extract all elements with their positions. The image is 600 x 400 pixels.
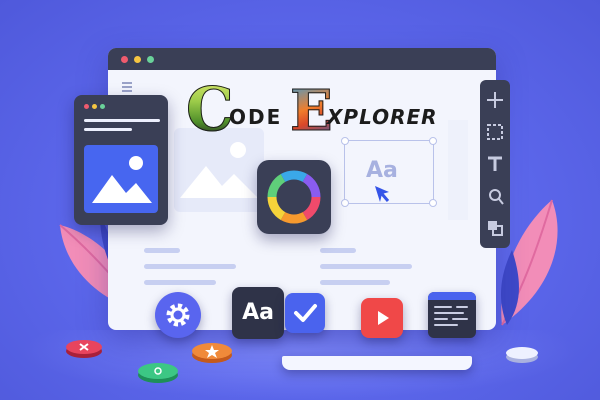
card-text-line [84, 119, 160, 122]
card-text-line [84, 128, 132, 131]
card-dot [92, 104, 97, 109]
play-icon [378, 311, 389, 325]
text-sample: Aa [366, 158, 398, 183]
layers-icon[interactable] [485, 218, 505, 238]
text-line [144, 280, 216, 285]
check-icon [294, 304, 317, 322]
code-line [456, 306, 468, 308]
image-icon [84, 145, 158, 213]
menu-icon[interactable] [122, 82, 132, 94]
logo-word-code: ODE [229, 105, 283, 129]
code-line [452, 318, 468, 320]
code-line [434, 306, 452, 308]
at-puck-icon [138, 363, 178, 383]
card-dot [84, 104, 89, 109]
code-editor-card[interactable] [428, 292, 476, 338]
move-icon[interactable] [485, 90, 505, 110]
code-line [434, 318, 448, 320]
code-card-header [428, 292, 476, 300]
cursor-icon [375, 186, 390, 202]
code-line [434, 324, 458, 326]
check-button[interactable] [285, 293, 325, 333]
pen-icon[interactable] [485, 186, 505, 206]
code-explorer-logo: C ODE E XPLORER [186, 80, 446, 142]
toggle-puck-icon [506, 347, 538, 363]
gear-icon [166, 303, 190, 327]
text-line [144, 248, 180, 253]
content-column [448, 120, 468, 220]
logo-word-explorer: XPLORER [327, 105, 438, 129]
browser-title-bar [108, 48, 496, 70]
video-button[interactable] [361, 298, 403, 338]
close-puck-icon [66, 340, 102, 358]
font-tile[interactable]: Aa [232, 287, 284, 339]
card-dot [100, 104, 105, 109]
star-puck-icon [192, 343, 232, 363]
maximize-dot[interactable] [147, 56, 154, 63]
close-dot[interactable] [121, 56, 128, 63]
text-icon[interactable] [485, 154, 505, 174]
minimize-dot[interactable] [134, 56, 141, 63]
color-wheel-icon [267, 170, 321, 224]
image-card[interactable] [74, 95, 168, 225]
logo-initial-c: C [186, 75, 235, 145]
text-line [144, 264, 236, 269]
tool-palette [480, 80, 510, 248]
laptop-base [282, 356, 472, 370]
code-line [434, 312, 464, 314]
color-picker-tile[interactable] [257, 160, 331, 234]
select-icon[interactable] [485, 122, 505, 142]
settings-button[interactable] [155, 292, 201, 338]
text-line [320, 280, 390, 285]
text-line [320, 248, 356, 253]
text-line [320, 264, 412, 269]
